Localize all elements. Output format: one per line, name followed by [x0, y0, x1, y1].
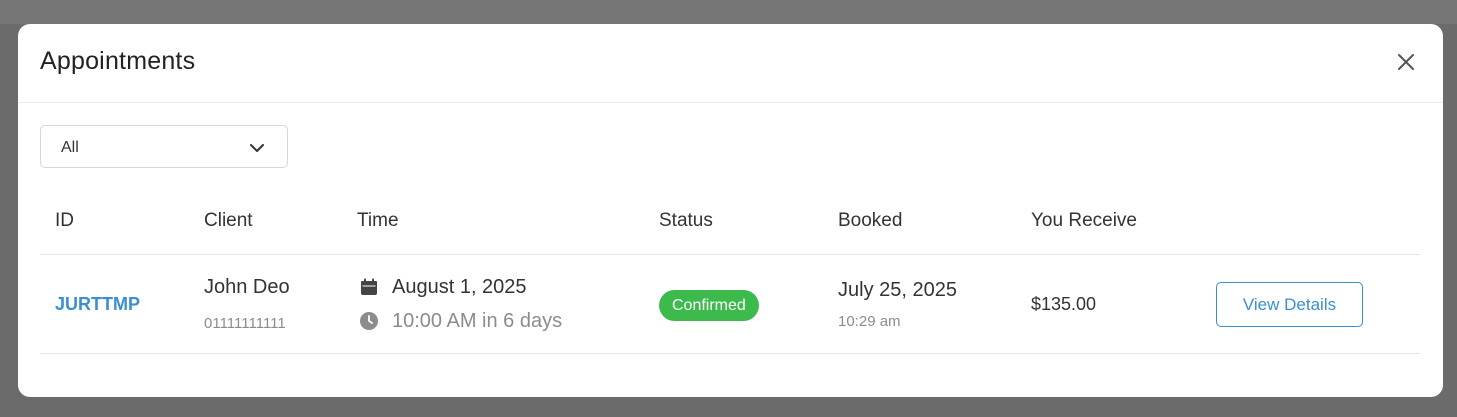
appointment-date: August 1, 2025 — [392, 276, 527, 298]
status-filter-value: All — [61, 139, 79, 156]
close-icon — [1398, 54, 1414, 70]
client-name: John Deo — [204, 276, 290, 298]
clock-icon — [360, 312, 378, 330]
column-header-status: Status — [659, 210, 713, 231]
appointment-time-relative: 10:00 AM in 6 days — [392, 310, 563, 332]
status-filter-select[interactable]: All — [40, 125, 288, 168]
modal-title: Appointments — [40, 47, 196, 75]
you-receive-amount: $135.00 — [1031, 294, 1097, 314]
page-backdrop — [0, 0, 1457, 24]
status-badge: Confirmed — [659, 290, 759, 321]
modal-header: Appointments — [18, 24, 1443, 103]
column-header-you-receive: You Receive — [1031, 210, 1137, 231]
column-header-booked: Booked — [838, 210, 903, 231]
table-row-divider — [40, 353, 1420, 354]
column-header-client: Client — [204, 210, 253, 231]
booked-time: 10:29 am — [838, 313, 901, 330]
view-details-button[interactable]: View Details — [1216, 282, 1363, 327]
chevron-down-icon — [250, 144, 264, 152]
table-header-divider — [40, 254, 1420, 255]
appointments-modal: Appointments All ID Client Time Status B… — [18, 24, 1443, 397]
calendar-icon — [361, 278, 377, 295]
close-button[interactable] — [1394, 50, 1418, 74]
booked-date: July 25, 2025 — [838, 279, 957, 301]
appointment-id-link[interactable]: JURTTMP — [55, 294, 140, 315]
client-phone: 01111111111 — [204, 315, 286, 332]
column-header-id: ID — [55, 210, 74, 231]
column-header-time: Time — [357, 210, 399, 231]
